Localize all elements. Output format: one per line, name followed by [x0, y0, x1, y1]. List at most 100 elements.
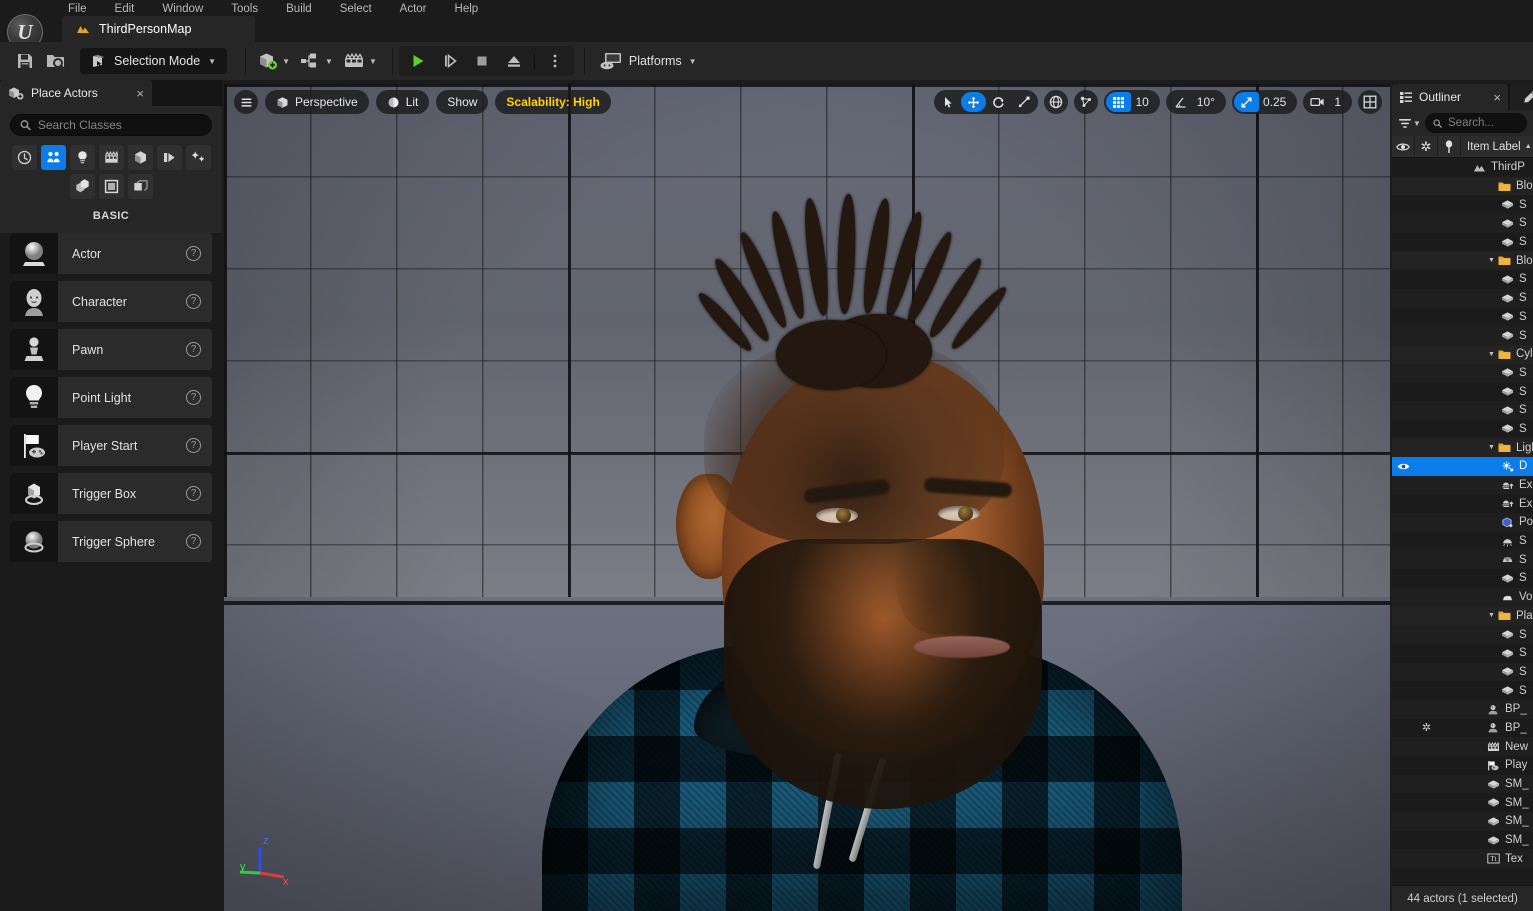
item-label-column-header[interactable]: Item Label ▲ [1461, 141, 1533, 153]
outliner-item-row[interactable]: ThirdP [1392, 158, 1533, 177]
chevron-down-icon[interactable]: ▼ [1486, 257, 1497, 264]
outliner-filter-button[interactable]: ▼ [1398, 117, 1421, 130]
help-icon[interactable]: ? [186, 342, 201, 357]
outliner-item-row[interactable]: S [1392, 625, 1533, 644]
outliner-search-box[interactable] [1424, 113, 1527, 133]
outliner-item-row[interactable]: S [1392, 270, 1533, 289]
menu-item-window[interactable]: Window [148, 3, 217, 16]
outliner-item-row[interactable]: S [1392, 532, 1533, 551]
outliner-item-row[interactable]: S [1392, 233, 1533, 252]
camera-speed-value[interactable]: 1 [1330, 95, 1350, 109]
category-recently-placed[interactable] [11, 145, 37, 170]
outliner-item-row[interactable]: S [1392, 420, 1533, 439]
angle-snap-value[interactable]: 10° [1193, 95, 1224, 109]
outliner-item-row[interactable]: S [1392, 662, 1533, 682]
play-options-button[interactable] [540, 48, 570, 74]
favorite-column-header[interactable]: ✲ [1415, 135, 1438, 158]
add-actor-button[interactable]: ▼ [252, 46, 295, 76]
browse-content-button[interactable] [40, 46, 72, 76]
menu-item-select[interactable]: Select [326, 3, 386, 16]
outliner-search-input[interactable] [1448, 117, 1519, 129]
outliner-item-row[interactable]: Po [1392, 513, 1533, 532]
viewport-scalability-button[interactable]: Scalability: High [495, 90, 611, 114]
pin-column-header[interactable] [1438, 135, 1461, 158]
level-viewport[interactable]: Perspective Lit Show Scalability: High 1… [224, 84, 1390, 911]
outliner-item-row[interactable]: S [1392, 550, 1533, 570]
grid-snap-value[interactable]: 10 [1131, 95, 1157, 109]
menu-item-help[interactable]: Help [441, 3, 493, 16]
angle-snap-toggle[interactable] [1168, 92, 1193, 112]
outliner-item-row[interactable]: S [1392, 363, 1533, 383]
outliner-item-row[interactable]: SM_ [1392, 831, 1533, 850]
help-icon[interactable]: ? [186, 294, 201, 309]
outliner-item-row[interactable]: BP_ [1392, 699, 1533, 719]
outliner-item-row[interactable]: S [1392, 569, 1533, 588]
skip-button[interactable] [435, 48, 465, 74]
menu-item-build[interactable]: Build [272, 3, 326, 16]
outliner-item-row[interactable]: Play [1392, 756, 1533, 775]
category-visual-effects[interactable] [156, 145, 182, 170]
outliner-item-row[interactable]: New [1392, 737, 1533, 756]
close-icon[interactable]: × [1493, 91, 1501, 104]
outliner-item-row[interactable]: SM_ [1392, 774, 1533, 794]
camera-speed-icon[interactable] [1305, 92, 1330, 112]
favorite-toggle-icon[interactable]: ✲ [1415, 721, 1438, 734]
outliner-folder-row[interactable]: Bloc [1392, 176, 1533, 196]
actor-item-actor[interactable]: Actor ? [10, 233, 212, 274]
viewport-lit-button[interactable]: Lit [375, 90, 430, 114]
viewport-layout-button[interactable] [1358, 90, 1382, 114]
visibility-toggle-icon[interactable] [1392, 462, 1415, 471]
tab-outliner[interactable]: Outliner × [1392, 84, 1508, 110]
actor-item-character[interactable]: Character ? [10, 281, 212, 322]
category-geometry[interactable] [69, 174, 95, 199]
tab-place-actors[interactable]: Place Actors × [0, 80, 152, 106]
outliner-folder-row[interactable]: ▼ Cyli [1392, 344, 1533, 364]
stop-button[interactable] [467, 48, 497, 74]
actor-item-point-light[interactable]: Point Light ? [10, 377, 212, 418]
outliner-item-row[interactable]: SM_ [1392, 793, 1533, 812]
outliner-folder-row[interactable]: ▼ Bloc [1392, 251, 1533, 271]
outliner-item-row[interactable]: S [1392, 214, 1533, 233]
search-classes-input[interactable] [37, 118, 202, 132]
outliner-item-row[interactable]: S [1392, 288, 1533, 308]
outliner-folder-row[interactable]: ▼ Ligh [1392, 438, 1533, 457]
surface-snapping-button[interactable] [1074, 90, 1099, 114]
search-classes-box[interactable] [10, 114, 212, 136]
actor-item-trigger-sphere[interactable]: Trigger Sphere ? [10, 521, 212, 562]
category-volumes[interactable] [98, 174, 124, 199]
eject-button[interactable] [499, 48, 529, 74]
outliner-folder-row[interactable]: ▼ Play [1392, 606, 1533, 626]
grid-snap-toggle[interactable] [1106, 92, 1132, 112]
platforms-button[interactable]: Platforms ▼ [591, 46, 706, 76]
viewport-show-button[interactable]: Show [436, 90, 489, 114]
menu-item-tools[interactable]: Tools [217, 3, 272, 16]
viewport-perspective-button[interactable]: Perspective [265, 90, 369, 114]
chevron-down-icon[interactable]: ▼ [1486, 612, 1497, 619]
outliner-item-row[interactable]: Ex [1392, 494, 1533, 513]
category-lights[interactable] [69, 145, 95, 170]
help-icon[interactable]: ? [186, 486, 201, 501]
select-tool-button[interactable] [936, 92, 961, 112]
tab-thirdpersonmap[interactable]: ThirdPersonMap [62, 16, 255, 42]
actor-item-pawn[interactable]: Pawn ? [10, 329, 212, 370]
outliner-item-row[interactable]: D [1392, 457, 1533, 476]
chevron-down-icon[interactable]: ▼ [1486, 444, 1497, 451]
outliner-item-row[interactable]: Ex [1392, 475, 1533, 495]
outliner-item-row[interactable]: Tt Tex [1392, 849, 1533, 869]
outliner-item-row[interactable]: ✲ BP_ [1392, 719, 1533, 738]
category-shapes[interactable] [127, 145, 153, 170]
outliner-item-row[interactable]: S [1392, 382, 1533, 401]
outliner-item-row[interactable]: SM_ [1392, 812, 1533, 831]
outliner-item-row[interactable]: Vo [1392, 587, 1533, 607]
close-icon[interactable]: × [136, 87, 144, 100]
help-icon[interactable]: ? [186, 534, 201, 549]
help-icon[interactable]: ? [186, 390, 201, 405]
chevron-down-icon[interactable]: ▼ [1486, 351, 1497, 358]
outliner-item-row[interactable]: S [1392, 326, 1533, 345]
help-icon[interactable]: ? [186, 246, 201, 261]
rotate-tool-button[interactable] [986, 92, 1011, 112]
scale-snap-toggle[interactable] [1233, 92, 1259, 112]
scale-snap-value[interactable]: 0.25 [1259, 95, 1295, 109]
save-button[interactable] [10, 46, 40, 76]
menu-item-actor[interactable]: Actor [386, 3, 441, 16]
